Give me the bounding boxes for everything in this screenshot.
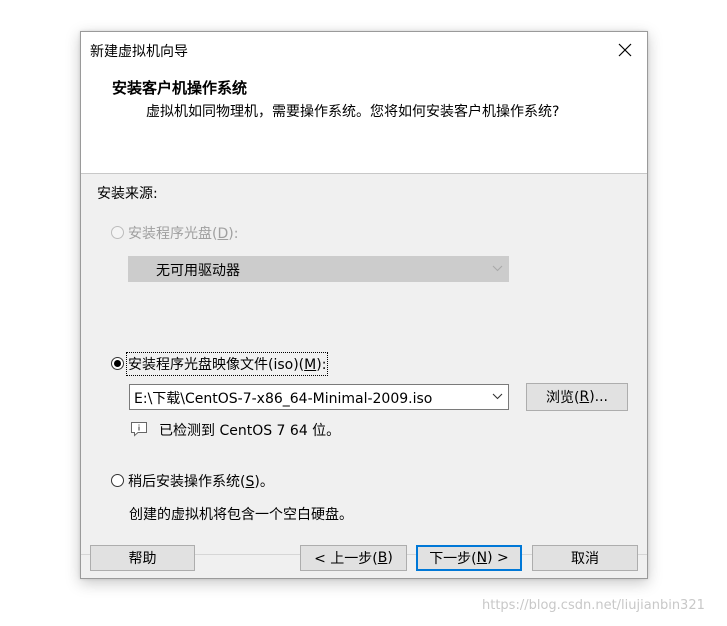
next-button[interactable]: 下一步(N) > — [416, 545, 522, 571]
info-message-icon — [131, 422, 147, 437]
close-button[interactable] — [603, 32, 647, 68]
window-title: 新建虚拟机向导 — [90, 44, 188, 60]
watermark-url: https://blog.csdn.net/liujianbin321 — [482, 598, 705, 613]
install-later-description: 创建的虚拟机将包含一个空白硬盘。 — [129, 507, 353, 523]
cancel-button[interactable]: 取消 — [532, 545, 638, 571]
browse-button[interactable]: 浏览(R)... — [526, 383, 628, 411]
disc-drive-value: 无可用驱动器 — [156, 263, 240, 279]
radio-install-later[interactable] — [111, 474, 124, 487]
wizard-header: 安装客户机操作系统 虚拟机如同物理机，需要操作系统。您将如何安装客户机操作系统? — [81, 68, 647, 174]
wizard-content: 安装来源: 安装程序光盘(D): 无可用驱动器 安装程序光盘映像文件(iso)(… — [81, 174, 647, 554]
radio-install-later-label: 稍后安装操作系统(S)。 — [128, 474, 274, 490]
radio-iso-image[interactable] — [111, 357, 124, 370]
header-subtitle: 虚拟机如同物理机，需要操作系统。您将如何安装客户机操作系统? — [146, 104, 560, 120]
close-icon — [618, 43, 632, 57]
iso-path-value: E:\下载\CentOS-7-x86_64-Minimal-2009.iso — [134, 391, 433, 407]
disc-drive-select[interactable]: 无可用驱动器 — [128, 256, 509, 282]
detected-os-message: 已检测到 CentOS 7 64 位。 — [159, 423, 341, 439]
new-vm-wizard-dialog: 新建虚拟机向导 安装客户机操作系统 虚拟机如同物理机，需要操作系统。您将如何安装… — [80, 31, 648, 579]
back-button[interactable]: < 上一步(B) — [300, 545, 407, 571]
radio-iso-image-label: 安装程序光盘映像文件(iso)(M): — [125, 352, 329, 376]
radio-installer-disc-label: 安装程序光盘(D): — [128, 226, 239, 242]
iso-path-input[interactable]: E:\下载\CentOS-7-x86_64-Minimal-2009.iso — [129, 384, 509, 410]
header-title: 安装客户机操作系统 — [112, 79, 248, 97]
chevron-down-icon — [492, 393, 503, 400]
chevron-down-icon — [492, 265, 503, 272]
radio-installer-disc[interactable] — [111, 226, 124, 239]
help-button[interactable]: 帮助 — [90, 545, 195, 571]
title-bar: 新建虚拟机向导 — [81, 32, 647, 68]
install-source-label: 安装来源: — [97, 186, 158, 202]
